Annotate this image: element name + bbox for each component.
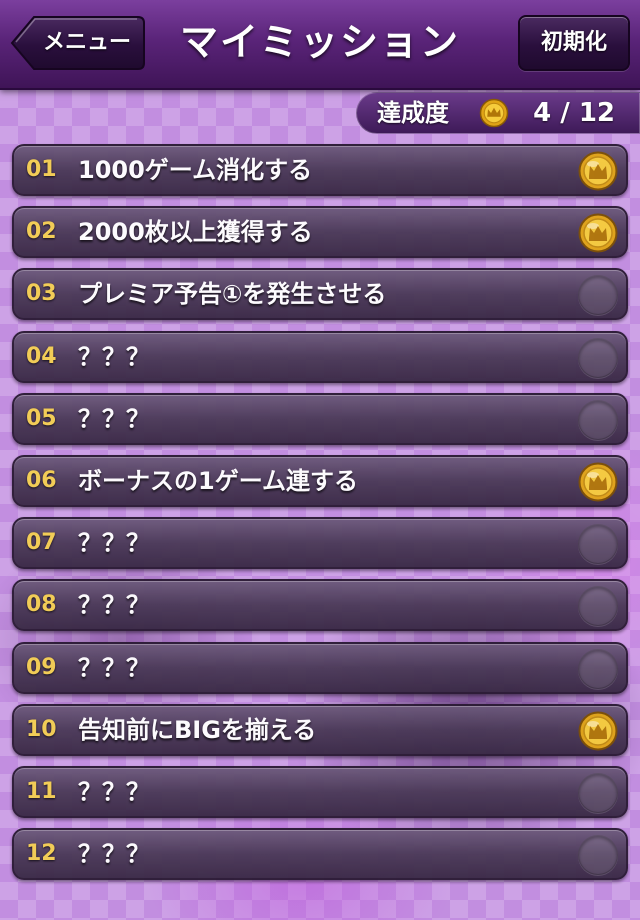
mission-row[interactable]: 05 ？？？ bbox=[12, 392, 628, 445]
mission-number: 01 bbox=[26, 157, 57, 182]
mission-number: 10 bbox=[26, 716, 57, 742]
mission-number: 07 bbox=[26, 530, 57, 556]
progress-label: 達成度 bbox=[377, 99, 449, 127]
mission-row[interactable]: 02 2000枚以上獲得する bbox=[12, 206, 628, 259]
empty-circle-icon bbox=[578, 773, 618, 813]
mission-number: 09 bbox=[26, 654, 57, 680]
empty-circle-icon bbox=[578, 337, 618, 378]
mission-number: 06 bbox=[26, 468, 57, 493]
header-bar: メニュー マイミッション 初期化 bbox=[0, 0, 640, 90]
mission-name: 告知前にBIGを揃える bbox=[78, 715, 317, 744]
gold-crown-coin-icon bbox=[578, 213, 618, 253]
progress-value: 4 / 12 bbox=[533, 98, 615, 128]
mission-row[interactable]: 04 ？？？ bbox=[12, 330, 628, 383]
empty-circle-icon bbox=[578, 399, 618, 440]
mission-row[interactable]: 01 1000ゲーム消化する bbox=[12, 144, 628, 196]
gold-crown-coin-icon bbox=[578, 462, 618, 502]
mission-row[interactable]: 08 ？？？ bbox=[12, 579, 628, 632]
mission-row[interactable]: 07 ？？？ bbox=[12, 517, 628, 570]
mission-number: 03 bbox=[26, 281, 57, 307]
mission-number: 08 bbox=[26, 592, 57, 618]
empty-circle-icon bbox=[578, 648, 618, 689]
mission-number: 12 bbox=[26, 841, 57, 867]
gold-crown-coin-icon bbox=[578, 711, 618, 751]
mission-number: 05 bbox=[26, 405, 57, 431]
reset-button[interactable]: 初期化 bbox=[518, 15, 630, 71]
mission-number: 11 bbox=[26, 779, 57, 804]
mission-row[interactable]: 03 プレミア予告①を発生させる bbox=[12, 268, 628, 321]
mission-row[interactable]: 12 ？？？ bbox=[12, 828, 628, 881]
mission-row[interactable]: 06 ボーナスの1ゲーム連する bbox=[12, 455, 628, 507]
empty-circle-icon bbox=[578, 275, 618, 316]
mission-number: 04 bbox=[26, 343, 57, 369]
mission-name: ？？？ bbox=[78, 778, 150, 806]
empty-circle-icon bbox=[578, 586, 618, 627]
mission-name: ？？？ bbox=[78, 840, 150, 869]
mission-name: プレミア予告①を発生させる bbox=[78, 280, 387, 309]
empty-circle-icon bbox=[578, 524, 618, 565]
crown-coin-icon bbox=[479, 98, 509, 132]
mission-name: 1000ゲーム消化する bbox=[78, 156, 313, 184]
mission-name: ボーナスの1ゲーム連する bbox=[78, 467, 358, 495]
empty-circle-icon bbox=[578, 835, 618, 876]
gold-crown-coin-icon bbox=[578, 151, 618, 191]
mission-name: ？？？ bbox=[78, 653, 150, 682]
mission-number: 02 bbox=[26, 219, 57, 245]
mission-name: ？？？ bbox=[78, 591, 150, 620]
mission-row[interactable]: 11 ？？？ bbox=[12, 766, 628, 818]
mission-name: ？？？ bbox=[78, 342, 150, 371]
achievement-progress: 達成度 4 / 12 bbox=[356, 92, 640, 134]
mission-name: 2000枚以上獲得する bbox=[78, 218, 313, 247]
mission-name: ？？？ bbox=[78, 404, 150, 433]
mission-name: ？？？ bbox=[78, 529, 150, 558]
mission-row[interactable]: 10 告知前にBIGを揃える bbox=[12, 703, 628, 756]
mission-row[interactable]: 09 ？？？ bbox=[12, 641, 628, 694]
